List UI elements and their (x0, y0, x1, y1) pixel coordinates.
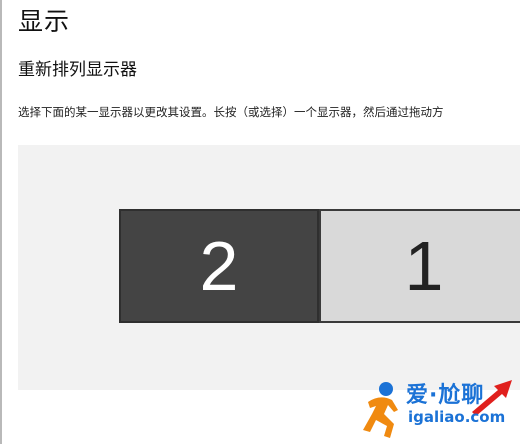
runner-icon (363, 382, 398, 438)
section-title: 重新排列显示器 (18, 60, 137, 80)
display-arrangement-area[interactable]: 2 1 (18, 145, 520, 390)
monitor-2-tile[interactable]: 2 (119, 209, 319, 323)
watermark-url: igaliao.com (408, 408, 506, 426)
monitor-number: 2 (199, 227, 239, 305)
window-left-edge (0, 0, 2, 444)
watermark-brand: 爱·尬聊 (406, 383, 485, 408)
page-title: 显示 (18, 7, 71, 36)
monitor-number: 1 (404, 227, 444, 305)
monitor-1-tile[interactable]: 1 (319, 209, 520, 323)
watermark-logo: 爱·尬聊 igaliao.com (360, 376, 520, 442)
arrange-description: 选择下面的某一显示器以更改其设置。长按（或选择）一个显示器，然后通过拖动方 (18, 105, 444, 119)
